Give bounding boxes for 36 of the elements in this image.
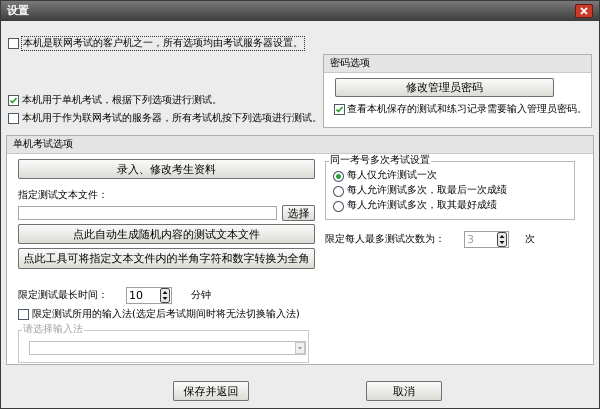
checkbox[interactable] [8,38,19,49]
change-password-button[interactable]: 修改管理员密码 [335,78,554,97]
radio-label: 每人允许测试多次，取最后一次成绩 [347,184,507,198]
dialog-button[interactable]: 取消 [366,381,442,401]
window-title: 设置 [7,2,29,19]
radio-label: 每人仅允许测试一次 [347,169,437,183]
checkbox-label: 限定测试所用的输入法(选定后考试期间时将无法切换输入法) [32,308,300,322]
browse-button[interactable]: 选择 [282,205,315,221]
generate-file-button[interactable]: 点此自动生成随机内容的测试文本文件 [18,224,315,244]
unit-label: 次 [525,233,535,247]
close-button[interactable] [575,4,593,18]
checkbox[interactable] [8,113,19,124]
spinner-arrows-icon[interactable] [497,232,507,247]
close-icon [580,7,588,15]
field-label: 指定测试文本文件： [18,188,109,203]
panel-title: 密码选项 [330,56,370,71]
file-path-field[interactable] [18,206,277,220]
radio-label: 每人允许测试多次，取其最好成绩 [347,199,497,213]
panel-title: 单机考试选项 [13,138,73,152]
edit-examinee-button[interactable]: 录入、修改考生资料 [18,159,315,179]
spinner-arrows-icon[interactable] [160,288,170,303]
radio-button[interactable] [333,200,344,212]
checkbox-label: 本机是联网考试的客户机之一，所有选项均由考试服务器设置。 [21,36,305,51]
dialog-button[interactable]: 保存并返回 [173,381,249,401]
convert-button[interactable]: 点此工具可将指定文本文件内的半角字符和数字转换为全角 [18,248,315,269]
checkbox[interactable] [334,104,345,115]
field-label: 限定每人最多测试次数为： [325,232,446,247]
checkbox[interactable] [18,309,29,320]
radio-button[interactable] [333,186,344,196]
field-label: 限定测试最长时间： [18,288,109,303]
radio-button[interactable] [333,170,344,182]
unit-label: 分钟 [191,288,211,303]
checkbox[interactable] [8,95,19,106]
checkbox-label: 本机用于单机考试，根据下列选项进行测试。 [22,94,222,107]
checkbox-label: 查看本机保存的测试和练习记录需要输入管理员密码。 [347,102,587,117]
checkbox-label: 本机用于作为联网考试的服务器，所有考试机按下列选项进行测试。 [22,112,322,125]
